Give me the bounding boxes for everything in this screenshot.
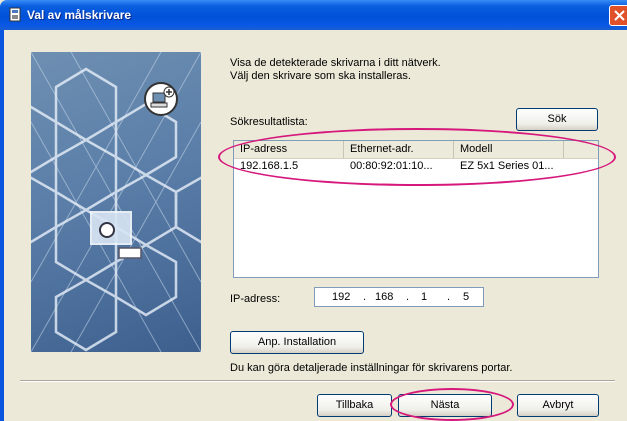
close-icon	[614, 10, 625, 21]
next-button[interactable]: Nästa	[398, 394, 492, 417]
row-mac: 00:80:92:01:10...	[350, 160, 433, 172]
column-model[interactable]: Modell	[454, 141, 564, 158]
ip-dot-3: .	[447, 291, 451, 303]
printer-network-illustration	[31, 52, 201, 352]
window-title: Val av målskrivare	[27, 8, 132, 22]
intro-text: Visa de detekterade skrivarna i ditt nät…	[230, 57, 441, 83]
column-ethernet-address[interactable]: Ethernet-adr.	[344, 141, 454, 158]
ip-dot-1: .	[363, 291, 367, 303]
printer-list[interactable]: IP-adress Ethernet-adr. Modell 192.168.1…	[233, 140, 599, 278]
row-model: EZ 5x1 Series 01...	[460, 160, 554, 172]
ip-octet-1[interactable]: 192	[332, 291, 350, 303]
intro-line-1: Visa de detekterade skrivarna i ditt nät…	[230, 57, 441, 69]
ip-octet-4[interactable]: 5	[463, 291, 469, 303]
search-results-label: Sökresultatlista:	[230, 116, 308, 128]
back-button[interactable]: Tillbaka	[317, 394, 392, 417]
custom-installation-button[interactable]: Anp. Installation	[230, 331, 364, 354]
port-settings-hint: Du kan göra detaljerade inställningar fö…	[230, 362, 513, 374]
list-header: IP-adress Ethernet-adr. Modell	[234, 141, 598, 159]
computer-icon	[144, 82, 178, 116]
ip-octet-3[interactable]: 1	[421, 291, 427, 303]
ip-dot-2: .	[406, 291, 410, 303]
footer-divider	[20, 380, 615, 382]
row-ip: 192.168.1.5	[240, 160, 299, 172]
cancel-button[interactable]: Avbryt	[517, 394, 599, 417]
ip-address-field[interactable]: 192 . 168 . 1 . 5	[314, 287, 484, 307]
intro-line-2: Välj den skrivare som ska installeras.	[230, 70, 411, 82]
ip-address-label: IP-adress:	[230, 293, 281, 305]
search-button[interactable]: Sök	[516, 108, 598, 131]
title-bar: Val av målskrivare	[0, 0, 627, 30]
column-ip-address[interactable]: IP-adress	[234, 141, 344, 158]
ip-octet-2[interactable]: 168	[375, 291, 393, 303]
table-row[interactable]: 192.168.1.5 00:80:92:01:10... EZ 5x1 Ser…	[234, 159, 598, 174]
close-button[interactable]	[609, 5, 627, 26]
installer-icon	[9, 7, 21, 22]
